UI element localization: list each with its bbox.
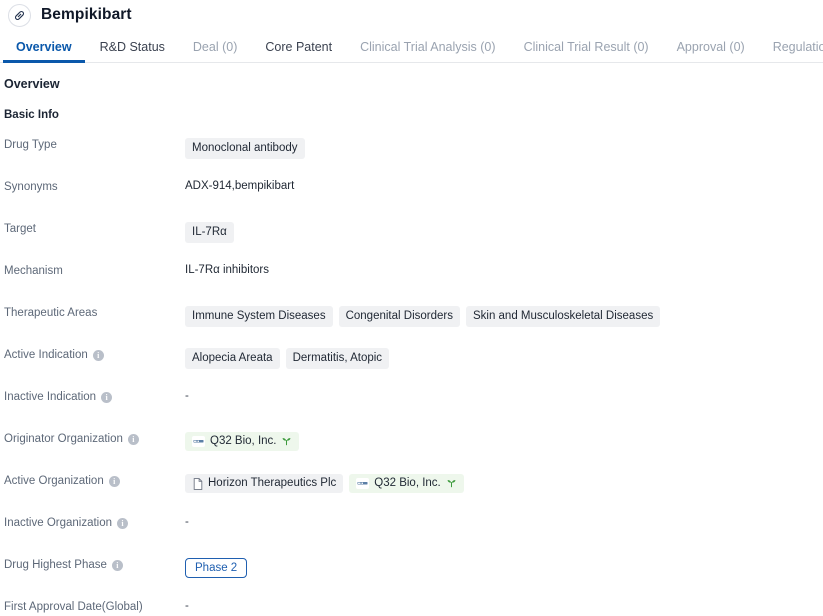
chip-active-indication[interactable]: Dermatitis, Atopic (285, 348, 390, 370)
chip-therapeutic-area[interactable]: Congenital Disorders (338, 306, 460, 328)
value-originator-organization: Q32 Bio, Inc. (185, 431, 823, 452)
page-header: Bempikibart (0, 0, 823, 30)
document-icon (192, 477, 203, 490)
row-originator-organization: Originator Organization i Q32 Bio, Inc. (4, 431, 823, 473)
label-drug-type: Drug Type (4, 137, 185, 151)
label-active-indication-text: Active Indication (4, 349, 88, 361)
tab-deal[interactable]: Deal (0) (179, 40, 251, 64)
row-active-organization: Active Organization i Horizon Therapeuti… (4, 473, 823, 515)
chip-active-indication[interactable]: Alopecia Areata (185, 348, 280, 370)
chip-drug-type[interactable]: Monoclonal antibody (185, 138, 305, 160)
organization-name: Q32 Bio, Inc. (374, 477, 441, 489)
label-first-approval-date: First Approval Date(Global) (4, 599, 185, 613)
label-inactive-organization: Inactive Organization i (4, 515, 185, 529)
label-drug-highest-phase: Drug Highest Phase i (4, 557, 185, 571)
status-badge-phase[interactable]: Phase 2 (185, 558, 248, 578)
row-inactive-indication: Inactive Indication i - (4, 389, 823, 431)
tab-clinical-trial-result[interactable]: Clinical Trial Result (0) (510, 40, 663, 64)
label-synonyms: Synonyms (4, 179, 185, 193)
q32-bio-logo-icon (192, 436, 205, 448)
label-drug-type-text: Drug Type (4, 139, 57, 151)
row-active-indication: Active Indication i Alopecia Areata Derm… (4, 347, 823, 389)
label-first-approval-date-text: First Approval Date(Global) (4, 601, 143, 613)
row-inactive-organization: Inactive Organization i - (4, 515, 823, 557)
value-inactive-organization: - (185, 515, 823, 528)
capsule-pill-icon (8, 3, 31, 27)
chip-therapeutic-area[interactable]: Skin and Musculoskeletal Diseases (465, 306, 661, 328)
section-title-overview: Overview (4, 77, 60, 91)
label-target: Target (4, 221, 185, 235)
text-mechanism: IL-7Rα inhibitors (185, 264, 269, 276)
sprout-icon (446, 478, 457, 489)
chip-organization[interactable]: Q32 Bio, Inc. (349, 474, 464, 494)
chip-therapeutic-area[interactable]: Immune System Diseases (185, 306, 333, 328)
row-first-approval-date: First Approval Date(Global) - (4, 599, 823, 616)
row-therapeutic-areas: Therapeutic Areas Immune System Diseases… (4, 305, 823, 347)
row-mechanism: Mechanism IL-7Rα inhibitors (4, 263, 823, 305)
overview-content: Overview Basic Info Drug Type Monoclonal… (0, 63, 823, 616)
empty-value: - (185, 390, 189, 402)
organization-name: Horizon Therapeutics Plc (208, 477, 337, 489)
label-therapeutic-areas: Therapeutic Areas (4, 305, 185, 319)
info-icon[interactable]: i (127, 433, 139, 445)
row-synonyms: Synonyms ADX-914,bempikibart (4, 179, 823, 221)
label-inactive-indication-text: Inactive Indication (4, 391, 97, 403)
row-drug-type: Drug Type Monoclonal antibody (4, 137, 823, 179)
drug-detail-page: Bempikibart Overview R&D Status Deal (0)… (0, 0, 823, 616)
label-therapeutic-areas-text: Therapeutic Areas (4, 307, 98, 319)
row-drug-highest-phase: Drug Highest Phase i Phase 2 (4, 557, 823, 599)
info-icon[interactable]: i (117, 517, 129, 529)
subsection-title-basic-info: Basic Info (4, 109, 59, 121)
tab-core-patent[interactable]: Core Patent (251, 40, 346, 64)
tab-rd-status[interactable]: R&D Status (86, 40, 179, 64)
label-active-organization-text: Active Organization (4, 475, 104, 487)
label-active-indication: Active Indication i (4, 347, 185, 361)
tab-overview[interactable]: Overview (2, 40, 86, 64)
value-inactive-indication: - (185, 389, 823, 402)
row-target: Target IL-7Rα (4, 221, 823, 263)
value-drug-type: Monoclonal antibody (185, 137, 823, 160)
info-icon[interactable]: i (101, 391, 113, 403)
label-mechanism: Mechanism (4, 263, 185, 277)
info-icon[interactable]: i (111, 559, 123, 571)
label-inactive-indication: Inactive Indication i (4, 389, 185, 403)
value-mechanism: IL-7Rα inhibitors (185, 263, 823, 276)
tab-approval[interactable]: Approval (0) (663, 40, 759, 64)
q32-bio-logo-icon (356, 478, 370, 490)
page-title: Bempikibart (41, 6, 132, 23)
label-originator-organization-text: Originator Organization (4, 433, 123, 445)
label-mechanism-text: Mechanism (4, 265, 63, 277)
chip-organization[interactable]: Horizon Therapeutics Plc (185, 474, 344, 494)
empty-value: - (185, 516, 189, 528)
empty-value: - (185, 600, 189, 612)
sprout-icon (281, 436, 292, 447)
label-target-text: Target (4, 223, 36, 235)
value-drug-highest-phase: Phase 2 (185, 557, 823, 578)
organization-name: Q32 Bio, Inc. (210, 435, 277, 447)
value-synonyms: ADX-914,bempikibart (185, 179, 823, 192)
chip-organization[interactable]: Q32 Bio, Inc. (185, 432, 300, 452)
info-icon[interactable]: i (92, 349, 104, 361)
label-inactive-organization-text: Inactive Organization (4, 517, 113, 529)
value-first-approval-date: - (185, 599, 823, 612)
value-active-organization: Horizon Therapeutics Plc Q32 Bio, Inc. (185, 473, 823, 494)
tab-clinical-trial-analysis[interactable]: Clinical Trial Analysis (0) (346, 40, 509, 64)
value-therapeutic-areas: Immune System Diseases Congenital Disord… (185, 305, 823, 328)
tab-bar: Overview R&D Status Deal (0) Core Patent… (0, 30, 823, 63)
value-active-indication: Alopecia Areata Dermatitis, Atopic (185, 347, 823, 370)
label-drug-highest-phase-text: Drug Highest Phase (4, 559, 107, 571)
tab-regulation[interactable]: Regulation (0 (759, 40, 823, 64)
label-originator-organization: Originator Organization i (4, 431, 185, 445)
value-target: IL-7Rα (185, 221, 823, 244)
text-synonyms: ADX-914,bempikibart (185, 180, 295, 192)
label-active-organization: Active Organization i (4, 473, 185, 487)
chip-target[interactable]: IL-7Rα (185, 222, 234, 244)
label-synonyms-text: Synonyms (4, 181, 58, 193)
info-icon[interactable]: i (108, 475, 120, 487)
